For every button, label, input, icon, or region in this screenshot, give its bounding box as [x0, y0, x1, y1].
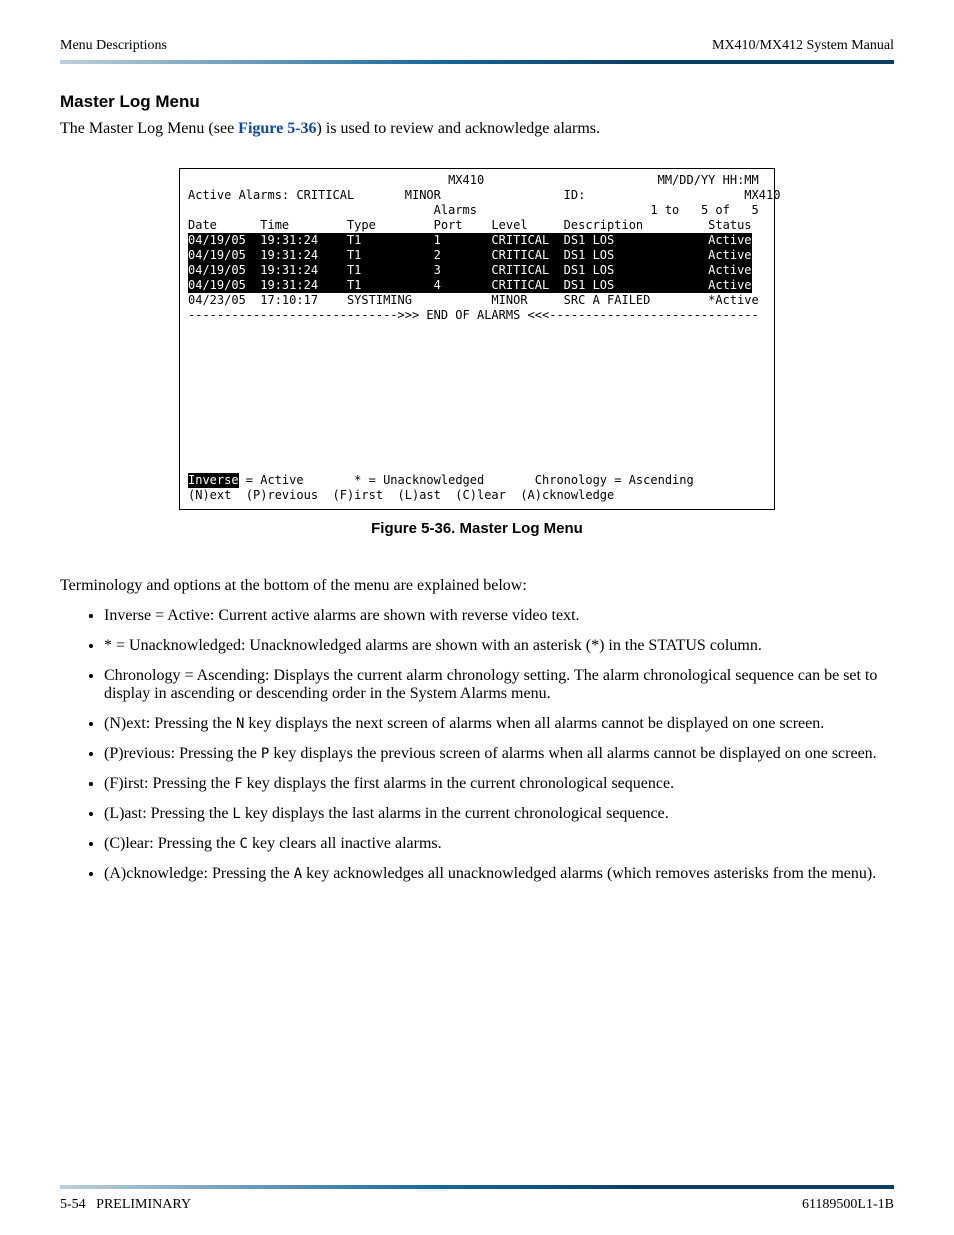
terminal-text: [188, 323, 195, 338]
terminal-text: [188, 338, 195, 353]
explanation-item: (P)revious: Pressing the P key displays …: [104, 745, 894, 763]
terminal-line: Inverse = Active * = Unacknowledged Chro…: [188, 473, 766, 488]
terminal-line: [188, 323, 766, 338]
key-literal: L: [232, 806, 240, 822]
terminal-text: [188, 428, 195, 443]
explanation-item: (F)irst: Pressing the F key displays the…: [104, 775, 894, 793]
explanation-item: (C)lear: Pressing the C key clears all i…: [104, 835, 894, 853]
intro-post: ) is used to review and acknowledge alar…: [317, 120, 600, 137]
terminal-title-line: MX410 MM/DD/YY HH:MM: [188, 173, 759, 188]
terminal-line: ----------------------------->>> END OF …: [188, 308, 766, 323]
terminal-end-marker: ----------------------------->>> END OF …: [188, 308, 759, 323]
terminal-line: MX410 MM/DD/YY HH:MM: [188, 173, 766, 188]
intro-paragraph: The Master Log Menu (see Figure 5-36) is…: [60, 120, 894, 138]
footer-left: 5-54 PRELIMINARY: [60, 1197, 191, 1213]
figure-reference-link[interactable]: Figure 5-36: [238, 120, 316, 137]
explanation-item: (L)ast: Pressing the L key displays the …: [104, 805, 894, 823]
bullet-post: key displays the next screen of alarms w…: [244, 715, 824, 732]
bullet-post: key acknowledges all unacknowledged alar…: [302, 865, 876, 882]
key-literal: C: [240, 836, 248, 852]
explanation-list: Inverse = Active: Current active alarms …: [60, 607, 894, 883]
terminal-line: [188, 443, 766, 458]
page-header: Menu Descriptions MX410/MX412 System Man…: [60, 38, 894, 54]
key-literal: F: [234, 776, 242, 792]
terminal-line: [188, 398, 766, 413]
page-footer: 5-54 PRELIMINARY 61189500L1-1B: [60, 1185, 894, 1213]
legend-rest: = Active * = Unacknowledged Chronology =…: [239, 473, 694, 488]
terminal-line: [188, 458, 766, 473]
terminal-text: [188, 353, 195, 368]
terminal-line: 04/19/05 19:31:24 T1 4 CRITICAL DS1 LOS …: [188, 278, 766, 293]
intro-pre: The Master Log Menu (see: [60, 120, 238, 137]
header-rule: [60, 60, 894, 64]
bullet-pre: (N)ext: Pressing the: [104, 715, 236, 732]
explanation-item: Inverse = Active: Current active alarms …: [104, 607, 894, 625]
bullet-pre: (P)revious: Pressing the: [104, 745, 261, 762]
terminal-line: [188, 368, 766, 383]
footer-right: 61189500L1-1B: [802, 1197, 894, 1213]
terminal-line: [188, 428, 766, 443]
terminal-line: [188, 383, 766, 398]
explanation-intro: Terminology and options at the bottom of…: [60, 577, 894, 595]
explanation-item: (N)ext: Pressing the N key displays the …: [104, 715, 894, 733]
alarm-row-3: 04/19/05 19:31:24 T1 4 CRITICAL DS1 LOS …: [188, 278, 752, 293]
terminal-line: [188, 338, 766, 353]
key-literal: A: [294, 866, 302, 882]
explanation-item: (A)cknowledge: Pressing the A key acknow…: [104, 865, 894, 883]
terminal-text: [188, 443, 195, 458]
terminal-text: [188, 398, 195, 413]
terminal-line: 04/19/05 19:31:24 T1 1 CRITICAL DS1 LOS …: [188, 233, 766, 248]
terminal-text: [188, 383, 195, 398]
terminal-alarm-status: Active Alarms: CRITICAL MINOR ID: MX410: [188, 188, 780, 203]
terminal-line: Alarms 1 to 5 of 5: [188, 203, 766, 218]
section-heading: Master Log Menu: [60, 92, 894, 112]
terminal-text: [188, 413, 195, 428]
terminal-line: Date Time Type Port Level Description St…: [188, 218, 766, 233]
bullet-post: key displays the first alarms in the cur…: [243, 775, 674, 792]
bullet-pre: (C)lear: Pressing the: [104, 835, 240, 852]
figure-caption: Figure 5-36. Master Log Menu: [60, 520, 894, 537]
alarm-row-2: 04/19/05 19:31:24 T1 3 CRITICAL DS1 LOS …: [188, 263, 752, 278]
terminal-line: Active Alarms: CRITICAL MINOR ID: MX410: [188, 188, 766, 203]
terminal-subtitle: Alarms 1 to 5 of 5: [188, 203, 759, 218]
header-left: Menu Descriptions: [60, 38, 167, 54]
terminal-line: 04/19/05 19:31:24 T1 2 CRITICAL DS1 LOS …: [188, 248, 766, 263]
terminal-screen: MX410 MM/DD/YY HH:MMActive Alarms: CRITI…: [179, 168, 775, 510]
alarm-row-1: 04/19/05 19:31:24 T1 2 CRITICAL DS1 LOS …: [188, 248, 752, 263]
footer-preliminary: PRELIMINARY: [96, 1197, 191, 1212]
bullet-pre: (F)irst: Pressing the: [104, 775, 234, 792]
explanation-item: Chronology = Ascending: Displays the cur…: [104, 667, 894, 703]
terminal-line: 04/19/05 19:31:24 T1 3 CRITICAL DS1 LOS …: [188, 263, 766, 278]
footer-page-number: 5-54: [60, 1197, 86, 1212]
alarm-row-0: 04/19/05 19:31:24 T1 1 CRITICAL DS1 LOS …: [188, 233, 752, 248]
terminal-line: [188, 353, 766, 368]
bullet-pre: (L)ast: Pressing the: [104, 805, 232, 822]
header-right: MX410/MX412 System Manual: [712, 38, 894, 54]
bullet-pre: (A)cknowledge: Pressing the: [104, 865, 294, 882]
explanation-item: * = Unacknowledged: Unacknowledged alarm…: [104, 637, 894, 655]
terminal-line: (N)ext (P)revious (F)irst (L)ast (C)lear…: [188, 488, 766, 503]
alarm-row-4: 04/23/05 17:10:17 SYSTIMING MINOR SRC A …: [188, 293, 759, 308]
terminal-line: 04/23/05 17:10:17 SYSTIMING MINOR SRC A …: [188, 293, 766, 308]
footer-rule: [60, 1185, 894, 1189]
terminal-line: [188, 413, 766, 428]
bullet-post: key displays the last alarms in the curr…: [241, 805, 669, 822]
bullet-post: key clears all inactive alarms.: [248, 835, 442, 852]
terminal-commands: (N)ext (P)revious (F)irst (L)ast (C)lear…: [188, 488, 614, 503]
terminal-column-headers: Date Time Type Port Level Description St…: [188, 218, 752, 233]
terminal-text: [188, 368, 195, 383]
legend-inverse: Inverse: [188, 473, 239, 488]
terminal-text: [188, 458, 195, 473]
bullet-post: key displays the previous screen of alar…: [269, 745, 876, 762]
